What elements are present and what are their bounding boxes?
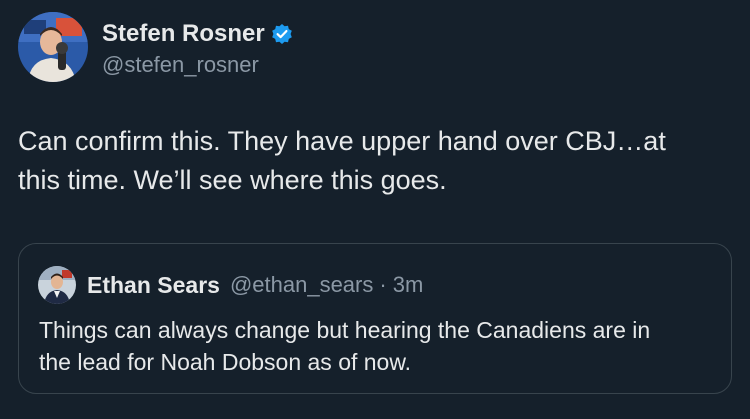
verified-badge-icon: [271, 23, 293, 45]
quoted-author-handle[interactable]: @ethan_sears: [230, 272, 373, 298]
author-name-line: Stefen Rosner: [102, 16, 293, 52]
quoted-tweet-text: Things can always change but hearing the…: [39, 317, 651, 375]
quoted-author-avatar-icon: [38, 266, 76, 304]
author-name-block: Stefen Rosner @stefen_rosner: [102, 16, 293, 78]
quoted-timestamp[interactable]: 3m: [393, 272, 424, 298]
author-avatar[interactable]: [18, 12, 88, 82]
quoted-author-avatar[interactable]: [38, 266, 76, 304]
tweet-card: Stefen Rosner @stefen_rosner Can confirm…: [0, 0, 750, 419]
author-display-name[interactable]: Stefen Rosner: [102, 20, 265, 48]
author-avatar-icon: [18, 12, 88, 82]
quoted-tweet-header: Ethan Sears @ethan_sears · 3m: [38, 266, 423, 304]
tweet-text: Can confirm this. They have upper hand o…: [18, 126, 666, 195]
author-row: Stefen Rosner @stefen_rosner: [18, 12, 293, 82]
quoted-tweet[interactable]: Ethan Sears @ethan_sears · 3m Things can…: [18, 243, 732, 394]
quoted-separator-dot: ·: [379, 272, 387, 297]
quoted-author-display-name[interactable]: Ethan Sears: [87, 272, 220, 299]
author-handle[interactable]: @stefen_rosner: [102, 52, 293, 78]
